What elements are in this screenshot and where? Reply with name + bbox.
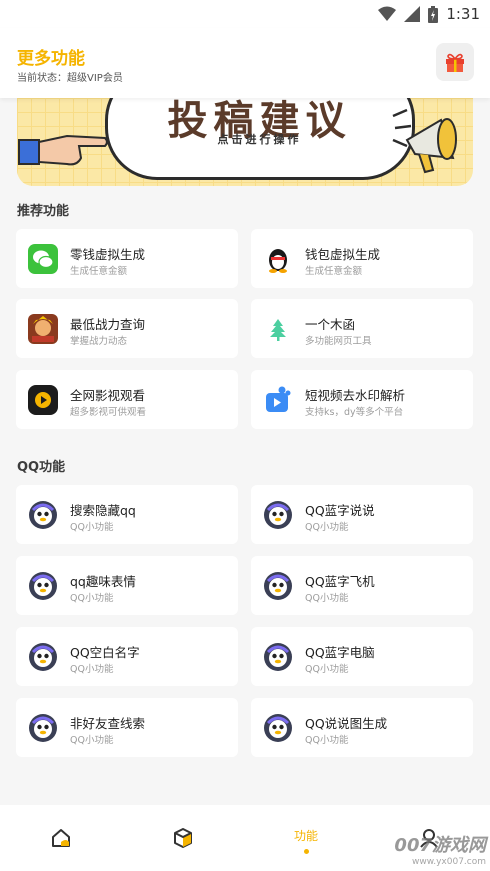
card-qq-function[interactable]: QQ空白名字 QQ小功能 (16, 627, 238, 686)
card-title: QQ说说图生成 (305, 716, 388, 731)
card-subtitle: QQ小功能 (70, 735, 114, 746)
qq-avatar-icon (263, 500, 293, 530)
card-power-query[interactable]: 最低战力查询 掌握战力动态 (16, 299, 238, 358)
card-watermark-remover[interactable]: 短视频去水印解析 支持ks，dy等多个平台 (251, 370, 473, 429)
card-qq-function[interactable]: QQ蓝字电脑 QQ小功能 (251, 627, 473, 686)
card-title: 非好友查线索 (70, 716, 146, 731)
qq-avatar-icon (263, 713, 293, 743)
watermark-url: www.yx007.com (411, 857, 486, 867)
section-title-recommended: 推荐功能 (17, 204, 70, 219)
site-watermark: 007游戏网 www.yx007.com (394, 831, 486, 867)
qq-avatar-icon (28, 571, 58, 601)
card-title: 钱包虚拟生成 (305, 247, 381, 262)
card-title: 零钱虚拟生成 (70, 247, 146, 262)
gift-icon (446, 53, 464, 72)
page-title: 更多功能 (17, 49, 85, 69)
card-qq-function[interactable]: QQ蓝字说说 QQ小功能 (251, 485, 473, 544)
card-title: 搜索隐藏qq (70, 503, 136, 518)
card-qq-function[interactable]: 搜索隐藏qq QQ小功能 (16, 485, 238, 544)
gift-button[interactable] (436, 43, 474, 81)
tab-discover[interactable] (122, 805, 244, 871)
card-title: qq趣味表情 (70, 574, 136, 589)
card-qq-function[interactable]: qq趣味表情 QQ小功能 (16, 556, 238, 615)
box-icon (174, 828, 192, 848)
card-title: 一个木函 (305, 317, 356, 332)
tab-home[interactable] (0, 805, 122, 871)
qq-avatar-icon (263, 642, 293, 672)
card-title: 全网影视观看 (70, 388, 146, 403)
active-tab-indicator (303, 848, 309, 854)
card-subtitle: QQ小功能 (70, 522, 114, 533)
card-title: 短视频去水印解析 (305, 388, 406, 403)
card-title: QQ蓝字电脑 (305, 645, 375, 660)
card-qq-function[interactable]: 非好友查线索 QQ小功能 (16, 698, 238, 757)
card-wallet-generator[interactable]: 钱包虚拟生成 生成任意金额 (251, 229, 473, 288)
status-time: 1:31 (446, 5, 480, 23)
suggestion-banner[interactable]: 投稿建议 点击进行操作 (17, 98, 473, 186)
battery-icon (428, 5, 439, 23)
card-subtitle: 多功能网页工具 (305, 336, 372, 347)
card-subtitle: 支持ks，dy等多个平台 (305, 407, 404, 418)
sparkle-lines-icon (392, 108, 412, 148)
signal-icon (404, 6, 421, 22)
card-subtitle: 生成任意金额 (305, 266, 363, 277)
card-subtitle: 生成任意金额 (70, 266, 128, 277)
status-bar: 1:31 (0, 0, 490, 28)
wifi-icon (378, 6, 397, 21)
section-title-qq: QQ功能 (17, 460, 66, 475)
card-title: QQ空白名字 (70, 645, 140, 660)
membership-status-value: 超级VIP会员 (67, 73, 123, 84)
pointing-hand-icon (18, 134, 108, 166)
card-title: QQ蓝字说说 (305, 503, 375, 518)
card-title: 最低战力查询 (70, 317, 146, 332)
qq-avatar-icon (263, 571, 293, 601)
card-muhan[interactable]: 一个木函 多功能网页工具 (251, 299, 473, 358)
card-subtitle: 掌握战力动态 (70, 336, 128, 347)
banner-subtitle: 点击进行操作 (217, 133, 302, 146)
card-subtitle: 超多影视可供观看 (70, 407, 147, 418)
tab-functions[interactable]: 功能 (245, 805, 367, 871)
qq-penguin-icon (263, 244, 293, 274)
home-icon (52, 829, 70, 847)
card-wallet-change-generator[interactable]: 零钱虚拟生成 生成任意金额 (16, 229, 238, 288)
card-subtitle: QQ小功能 (305, 735, 349, 746)
qq-avatar-icon (28, 500, 58, 530)
tab-functions-label: 功能 (293, 828, 318, 843)
card-subtitle: QQ小功能 (305, 593, 349, 604)
card-subtitle: QQ小功能 (305, 522, 349, 533)
card-qq-function[interactable]: QQ说说图生成 QQ小功能 (251, 698, 473, 757)
card-video-watch[interactable]: 全网影视观看 超多影视可供观看 (16, 370, 238, 429)
bottom-tab-bar: 功能 007游戏网 www.yx007.com (0, 805, 490, 871)
membership-status-label: 当前状态： (17, 73, 67, 84)
membership-status: 当前状态：超级VIP会员 (17, 69, 123, 84)
card-title: QQ蓝字飞机 (305, 574, 375, 589)
card-qq-function[interactable]: QQ蓝字飞机 QQ小功能 (251, 556, 473, 615)
tree-icon (263, 314, 293, 344)
page-header: 更多功能 当前状态：超级VIP会员 (0, 28, 490, 98)
video-play-icon (28, 385, 58, 415)
wechat-icon (28, 244, 58, 274)
watermark-title: 007游戏网 (394, 835, 486, 856)
video-parse-icon (263, 385, 293, 415)
card-subtitle: QQ小功能 (70, 593, 114, 604)
qq-avatar-icon (28, 713, 58, 743)
card-subtitle: QQ小功能 (70, 664, 114, 675)
game-hero-icon (28, 314, 58, 344)
qq-avatar-icon (28, 642, 58, 672)
card-subtitle: QQ小功能 (305, 664, 349, 675)
